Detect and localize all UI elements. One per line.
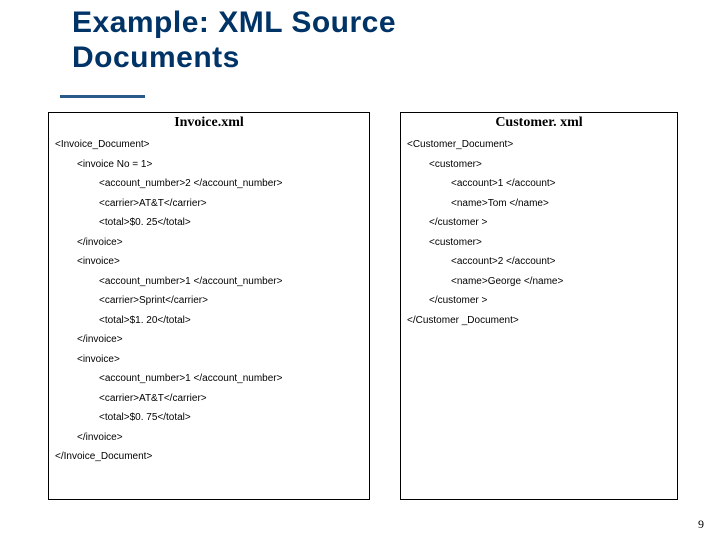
xml-line: </invoice> xyxy=(55,428,369,448)
xml-text: </customer > xyxy=(429,217,487,228)
xml-text: <invoice> xyxy=(77,256,120,267)
xml-text: <Customer_Document> xyxy=(407,139,513,150)
xml-line: <total>$1. 20</total> xyxy=(55,311,369,331)
xml-text: <total>$0. 25</total> xyxy=(99,217,191,228)
page-number: 9 xyxy=(698,517,704,532)
title-line2: Documents xyxy=(72,41,240,74)
xml-text: <name>Tom </name> xyxy=(451,198,549,209)
customer-xml-lines: <Customer_Document> <customer> <account>1 … xyxy=(401,135,677,330)
xml-line: <name>Tom </name> xyxy=(407,194,677,214)
xml-line: <customer> xyxy=(407,155,677,175)
xml-text: </Customer _Document> xyxy=(407,315,519,326)
title-line1: Example: XML Source xyxy=(72,6,396,39)
invoice-header: Invoice.xml xyxy=(49,113,369,135)
xml-text: <carrier>Sprint</carrier> xyxy=(99,295,208,306)
xml-text: </Invoice_Document> xyxy=(55,451,152,462)
xml-line: <invoice No = 1> xyxy=(55,155,369,175)
xml-text: <customer> xyxy=(429,237,482,248)
xml-line: </Customer _Document> xyxy=(407,311,677,331)
xml-text: </customer > xyxy=(429,295,487,306)
invoice-xml-lines: <Invoice_Document> <invoice No = 1> <accou… xyxy=(49,135,369,467)
xml-text: <account>2 </account> xyxy=(451,256,556,267)
xml-line: <account_number>1 </account_number> xyxy=(55,272,369,292)
xml-text: </invoice> xyxy=(77,432,123,443)
xml-text: <account_number>1 </account_number> xyxy=(99,276,282,287)
xml-line: <total>$0. 25</total> xyxy=(55,213,369,233)
xml-line: <total>$0. 75</total> xyxy=(55,408,369,428)
xml-text: <name>George </name> xyxy=(451,276,563,287)
xml-line: <Customer_Document> xyxy=(407,135,677,155)
xml-line: </invoice> xyxy=(55,330,369,350)
xml-text: <total>$0. 75</total> xyxy=(99,412,191,423)
xml-text: <Invoice_Document> xyxy=(55,139,150,150)
xml-line: <account>1 </account> xyxy=(407,174,677,194)
xml-text: <invoice No = 1> xyxy=(77,159,152,170)
xml-line: </Invoice_Document> xyxy=(55,447,369,467)
xml-text: <carrier>AT&T</carrier> xyxy=(99,393,207,404)
xml-line: </customer > xyxy=(407,213,677,233)
slide-title: Example: XML Source Documents xyxy=(72,6,396,75)
xml-text: <account_number>1 </account_number> xyxy=(99,373,282,384)
accent-bar xyxy=(60,95,145,98)
xml-line: </invoice> xyxy=(55,233,369,253)
xml-line: <account_number>2 </account_number> xyxy=(55,174,369,194)
xml-line: <carrier>AT&T</carrier> xyxy=(55,389,369,409)
xml-line: <customer> xyxy=(407,233,677,253)
customer-xml-box: Customer. xml <Customer_Document> <custom… xyxy=(400,112,678,500)
xml-line: <invoice> xyxy=(55,350,369,370)
xml-text: <carrier>AT&T</carrier> xyxy=(99,198,207,209)
invoice-xml-box: Invoice.xml <Invoice_Document> <invoice N… xyxy=(48,112,370,500)
xml-line: <carrier>Sprint</carrier> xyxy=(55,291,369,311)
xml-line: </customer > xyxy=(407,291,677,311)
xml-text: <account_number>2 </account_number> xyxy=(99,178,282,189)
xml-text: <total>$1. 20</total> xyxy=(99,315,191,326)
xml-text: </invoice> xyxy=(77,237,123,248)
xml-line: <Invoice_Document> xyxy=(55,135,369,155)
xml-line: <carrier>AT&T</carrier> xyxy=(55,194,369,214)
xml-text: <customer> xyxy=(429,159,482,170)
customer-header: Customer. xml xyxy=(401,113,677,135)
xml-line: <name>George </name> xyxy=(407,272,677,292)
xml-line: <account>2 </account> xyxy=(407,252,677,272)
xml-line: <account_number>1 </account_number> xyxy=(55,369,369,389)
xml-text: <invoice> xyxy=(77,354,120,365)
xml-line: <invoice> xyxy=(55,252,369,272)
xml-text: <account>1 </account> xyxy=(451,178,556,189)
xml-text: </invoice> xyxy=(77,334,123,345)
